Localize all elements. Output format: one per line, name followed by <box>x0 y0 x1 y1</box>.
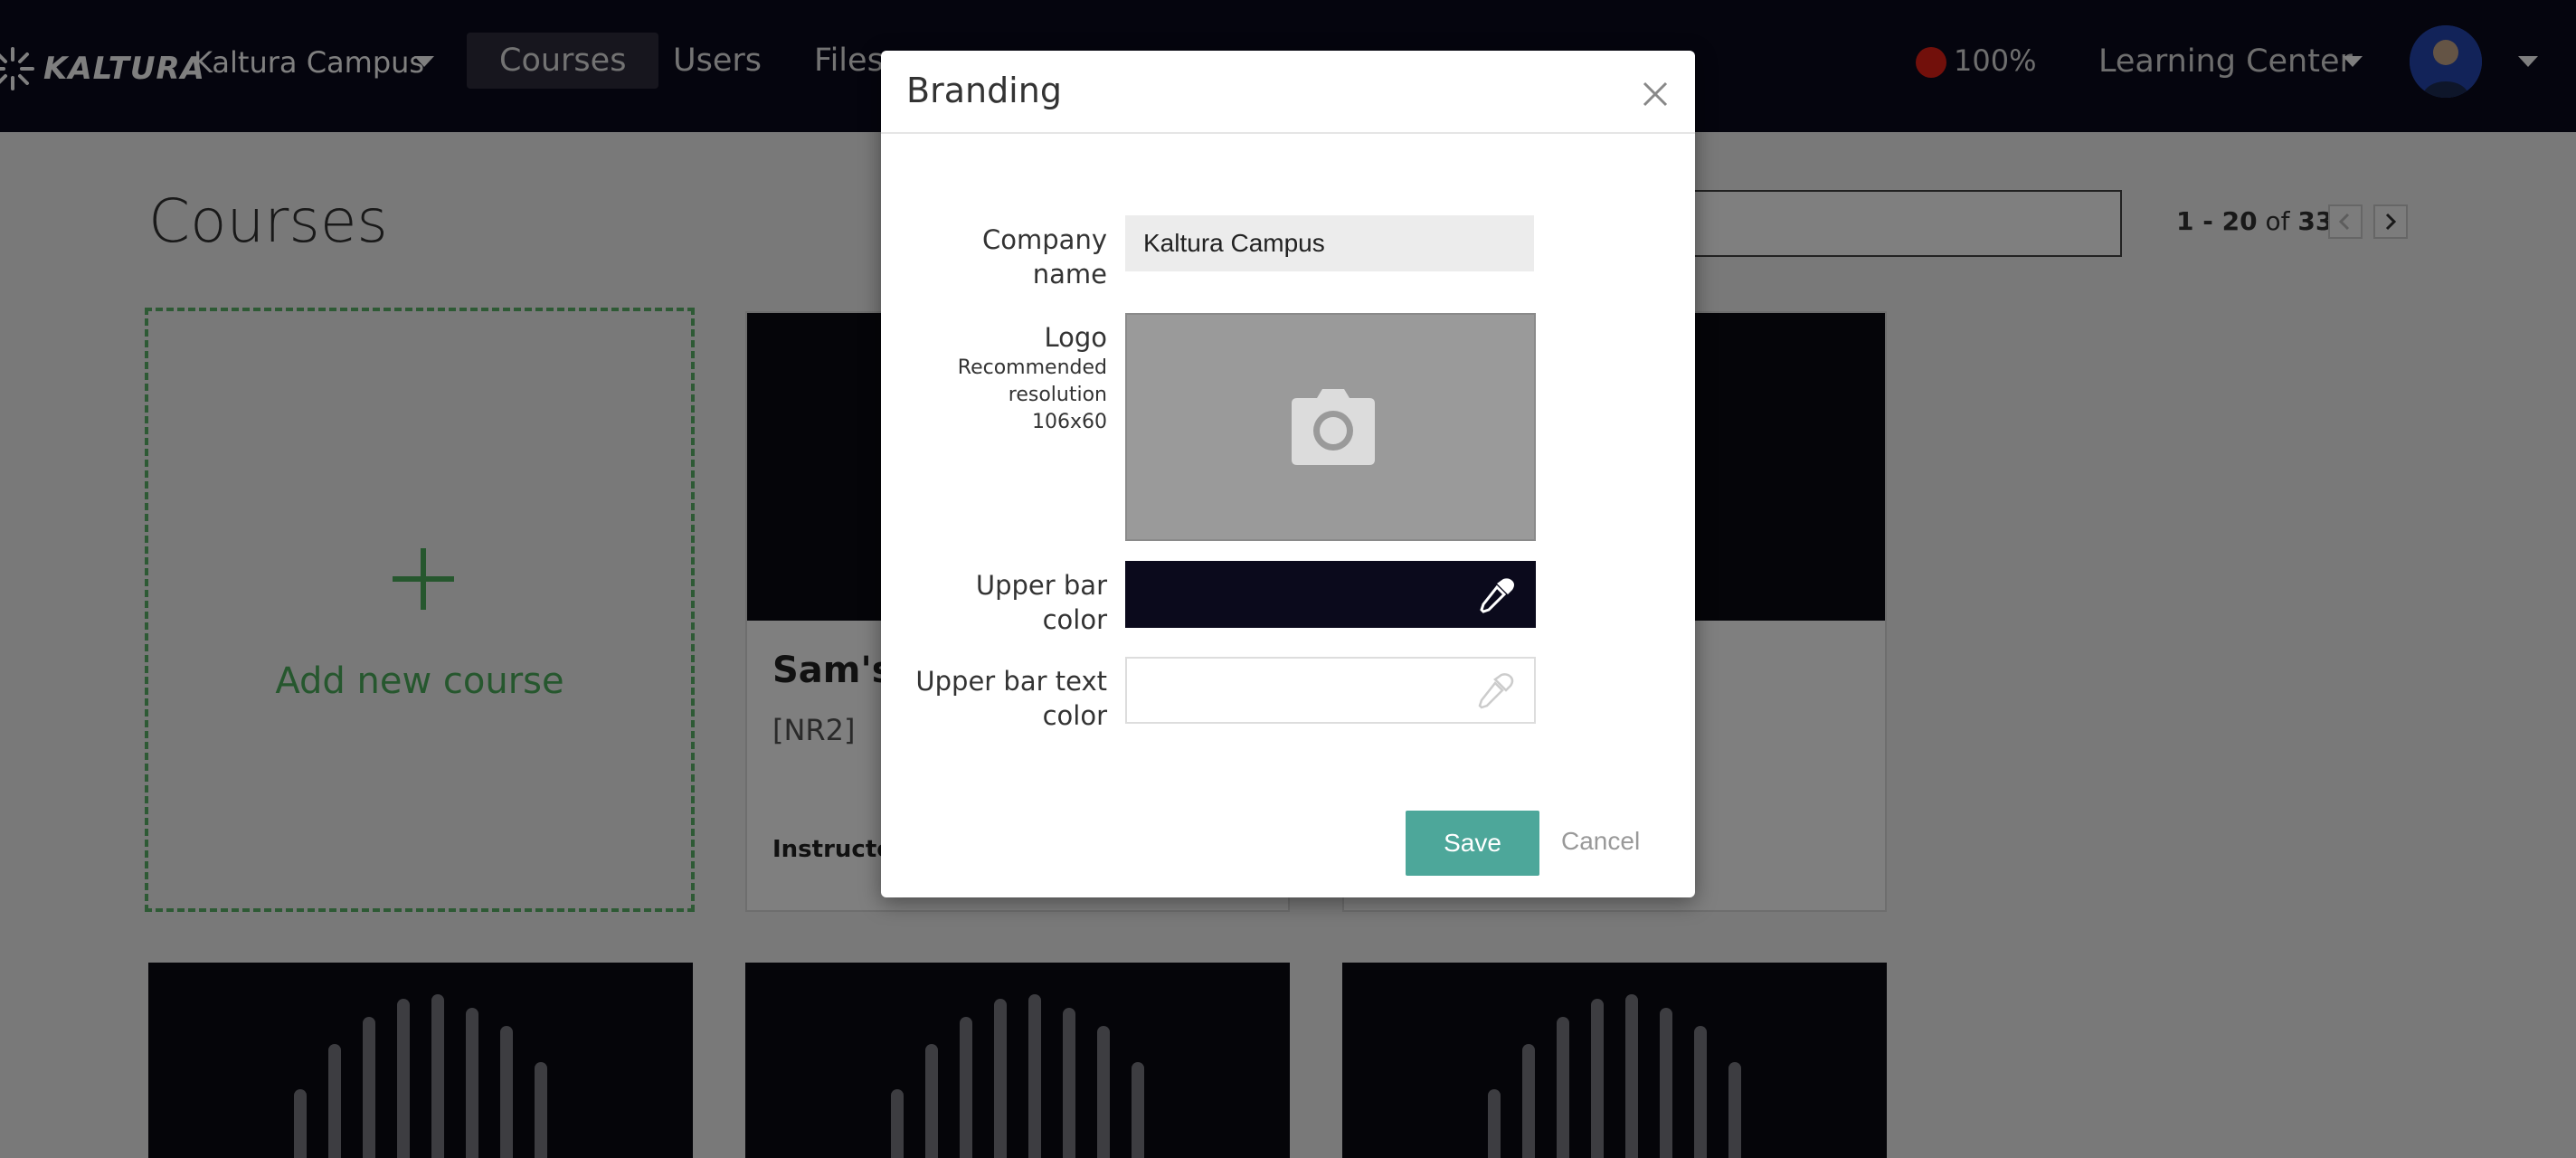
branding-dialog: Branding Company name Logo Recommended r… <box>881 51 1695 897</box>
eyedropper-icon[interactable] <box>1476 671 1514 709</box>
dialog-header: Branding <box>881 51 1695 134</box>
cancel-button[interactable]: Cancel <box>1561 827 1640 856</box>
eyedropper-icon[interactable] <box>1478 575 1516 613</box>
close-icon[interactable] <box>1637 76 1673 112</box>
logo-label: Logo <box>1044 322 1107 353</box>
save-button[interactable]: Save <box>1406 811 1539 876</box>
upper-bar-text-color-label: Upper bar text color <box>915 666 1107 731</box>
company-name-label: Company name <box>982 224 1107 290</box>
dialog-title: Branding <box>906 71 1062 110</box>
upper-bar-color-picker[interactable] <box>1125 561 1536 628</box>
upper-bar-text-color-picker[interactable] <box>1125 657 1536 724</box>
logo-resolution-hint: Recommended resolution 106x60 <box>957 356 1107 433</box>
camera-icon <box>1292 389 1375 465</box>
logo-upload-area[interactable] <box>1125 313 1536 541</box>
company-name-input[interactable] <box>1125 215 1534 271</box>
upper-bar-color-label: Upper bar color <box>975 570 1107 635</box>
